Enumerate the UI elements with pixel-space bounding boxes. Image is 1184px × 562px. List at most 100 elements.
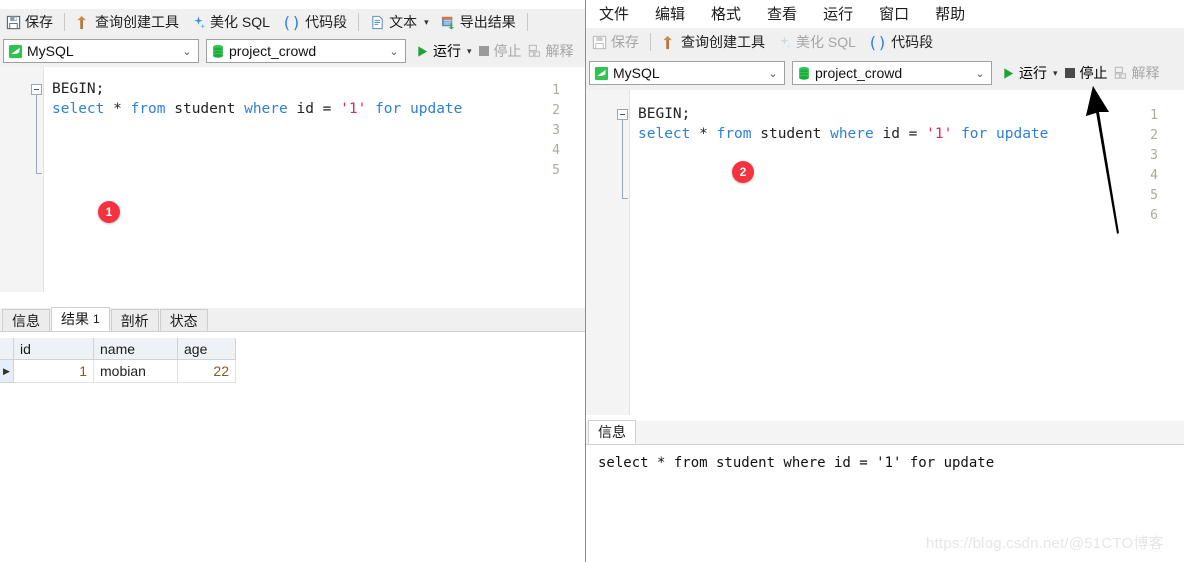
tab-info[interactable]: 信息 bbox=[588, 420, 636, 444]
stop-button[interactable]: 停止 bbox=[474, 39, 525, 63]
code-line: select * from student where id = '1' for… bbox=[52, 101, 463, 117]
line-number: 6 bbox=[1150, 208, 1158, 223]
toolbar-separator-3 bbox=[526, 13, 528, 31]
server-select[interactable]: MySQL ⌄ bbox=[589, 61, 785, 85]
text-button[interactable]: 文本 ▾ bbox=[364, 10, 435, 34]
line-number: 5 bbox=[1150, 188, 1158, 203]
line-number: 1 bbox=[1150, 108, 1158, 123]
play-icon bbox=[416, 45, 429, 58]
cell-name[interactable]: mobian bbox=[94, 360, 178, 383]
run-button[interactable]: 运行 ▾ bbox=[998, 61, 1060, 85]
menu-edit[interactable]: 编辑 bbox=[642, 7, 698, 22]
mysql-icon bbox=[8, 44, 23, 59]
chevron-down-icon[interactable]: ⌄ bbox=[178, 45, 196, 58]
beautify-sql-button[interactable]: 美化 SQL bbox=[771, 30, 862, 54]
query-builder-button[interactable]: 查询创建工具 bbox=[656, 30, 771, 54]
code-line: select * from student where id = '1' for… bbox=[638, 126, 1049, 142]
tab-result-count: 1 bbox=[93, 312, 100, 326]
chevron-down-icon[interactable]: ⌄ bbox=[764, 67, 782, 80]
query-builder-button[interactable]: 查询创建工具 bbox=[70, 10, 185, 34]
tab-profile-label: 剖析 bbox=[120, 312, 149, 329]
menu-window[interactable]: 窗口 bbox=[866, 7, 922, 22]
stop-button[interactable]: 停止 bbox=[1060, 61, 1111, 85]
code-fold-foot bbox=[622, 198, 628, 199]
database-select-value: project_crowd bbox=[815, 65, 903, 81]
menu-format[interactable]: 格式 bbox=[698, 7, 754, 22]
line-number: 3 bbox=[1150, 148, 1158, 163]
mysql-icon bbox=[594, 66, 609, 81]
right-editor-gutter bbox=[586, 90, 630, 415]
menu-help[interactable]: 帮助 bbox=[922, 7, 978, 22]
menu-file[interactable]: 文件 bbox=[586, 7, 642, 22]
beautify-sql-icon bbox=[191, 15, 206, 30]
watermark: https://blog.csdn.net/@51CTO博客 bbox=[926, 535, 1164, 552]
menu-run[interactable]: 运行 bbox=[810, 7, 866, 22]
right-connection-bar: MySQL ⌄ project_crowd ⌄ 运行 ▾ 停止 解释 bbox=[586, 56, 1184, 90]
save-button[interactable]: 保存 bbox=[586, 30, 645, 54]
right-sql-editor[interactable]: 1 2 3 4 5 6 BEGIN; select * from student… bbox=[586, 90, 1184, 415]
result-grid-header: id name age bbox=[0, 338, 586, 360]
right-message-tabstrip: 信息 bbox=[586, 420, 1184, 445]
code-snippet-button[interactable]: () 代码段 bbox=[276, 10, 353, 34]
server-select[interactable]: MySQL ⌄ bbox=[3, 39, 199, 63]
left-run-group: 运行 ▾ 停止 解释 bbox=[412, 39, 577, 63]
code-snippet-label: 代码段 bbox=[891, 34, 934, 50]
annotation-badge-2: 2 bbox=[732, 161, 754, 183]
code-fold-toggle[interactable] bbox=[617, 109, 628, 120]
menu-view[interactable]: 查看 bbox=[754, 7, 810, 22]
database-select[interactable]: project_crowd ⌄ bbox=[206, 39, 406, 63]
save-button[interactable]: 保存 bbox=[0, 10, 59, 34]
column-header-age[interactable]: age bbox=[178, 338, 236, 360]
code-line: BEGIN; bbox=[638, 106, 691, 122]
row-header-corner bbox=[0, 338, 14, 360]
explain-button[interactable]: 解释 bbox=[1111, 61, 1163, 85]
explain-button[interactable]: 解释 bbox=[525, 39, 577, 63]
left-connection-bar: MySQL ⌄ project_crowd ⌄ 运行 ▾ 停止 解释 bbox=[0, 35, 586, 67]
app-window: 保存 查询创建工具 美化 SQL () 代码段 文本 ▾ 导出结果 MySQL … bbox=[0, 0, 1184, 562]
column-header-name[interactable]: name bbox=[94, 338, 178, 360]
export-result-label: 导出结果 bbox=[459, 14, 516, 30]
export-result-button[interactable]: 导出结果 bbox=[435, 10, 522, 34]
left-result-tabstrip: 信息 结果 1 剖析 状态 bbox=[0, 307, 586, 332]
left-editor-gutter bbox=[0, 67, 44, 292]
column-header-id[interactable]: id bbox=[14, 338, 94, 360]
left-sql-editor[interactable]: 1 2 3 4 5 BEGIN; select * from student w… bbox=[0, 67, 586, 292]
code-fold-toggle[interactable] bbox=[31, 84, 42, 95]
chevron-down-icon[interactable]: ⌄ bbox=[385, 45, 403, 58]
left-toolbar: 保存 查询创建工具 美化 SQL () 代码段 文本 ▾ 导出结果 bbox=[0, 9, 586, 35]
row-selector-icon[interactable]: ▶ bbox=[0, 360, 14, 383]
server-select-value: MySQL bbox=[613, 65, 660, 81]
tab-info-label: 信息 bbox=[12, 312, 40, 329]
right-menubar: 文件 编辑 格式 查看 运行 窗口 帮助 bbox=[586, 0, 1184, 28]
query-builder-icon bbox=[662, 35, 677, 50]
tab-status[interactable]: 状态 bbox=[159, 309, 208, 331]
cell-id[interactable]: 1 bbox=[14, 360, 94, 383]
table-row[interactable]: ▶ 1 mobian 22 bbox=[0, 360, 586, 383]
database-select[interactable]: project_crowd ⌄ bbox=[792, 61, 992, 85]
beautify-sql-button[interactable]: 美化 SQL bbox=[185, 10, 276, 34]
tab-info[interactable]: 信息 bbox=[2, 309, 50, 331]
result-grid[interactable]: id name age ▶ 1 mobian 22 bbox=[0, 338, 586, 383]
cell-age[interactable]: 22 bbox=[178, 360, 236, 383]
stop-icon bbox=[478, 45, 490, 57]
right-window: 文件 编辑 格式 查看 运行 窗口 帮助 保存 查询创建工具 美化 SQL ()… bbox=[586, 0, 1184, 562]
chevron-down-icon[interactable]: ⌄ bbox=[971, 67, 989, 80]
code-fold-line bbox=[622, 120, 623, 198]
line-number: 5 bbox=[552, 163, 560, 178]
code-snippet-icon: () bbox=[867, 32, 888, 52]
tab-result[interactable]: 结果 1 bbox=[51, 307, 110, 331]
line-number: 4 bbox=[1150, 168, 1158, 183]
stop-icon bbox=[1064, 67, 1076, 79]
tab-profile[interactable]: 剖析 bbox=[110, 309, 159, 331]
right-run-group: 运行 ▾ 停止 解释 bbox=[998, 61, 1163, 85]
explain-label: 解释 bbox=[545, 43, 574, 59]
play-icon bbox=[1002, 67, 1015, 80]
run-button[interactable]: 运行 ▾ bbox=[412, 39, 474, 63]
stop-label: 停止 bbox=[1079, 65, 1108, 81]
beautify-sql-label: 美化 SQL bbox=[210, 14, 270, 30]
save-icon bbox=[592, 35, 607, 50]
save-label: 保存 bbox=[25, 14, 53, 30]
explain-label: 解释 bbox=[1131, 65, 1160, 81]
database-select-value: project_crowd bbox=[229, 43, 317, 59]
code-snippet-button[interactable]: () 代码段 bbox=[862, 30, 939, 54]
